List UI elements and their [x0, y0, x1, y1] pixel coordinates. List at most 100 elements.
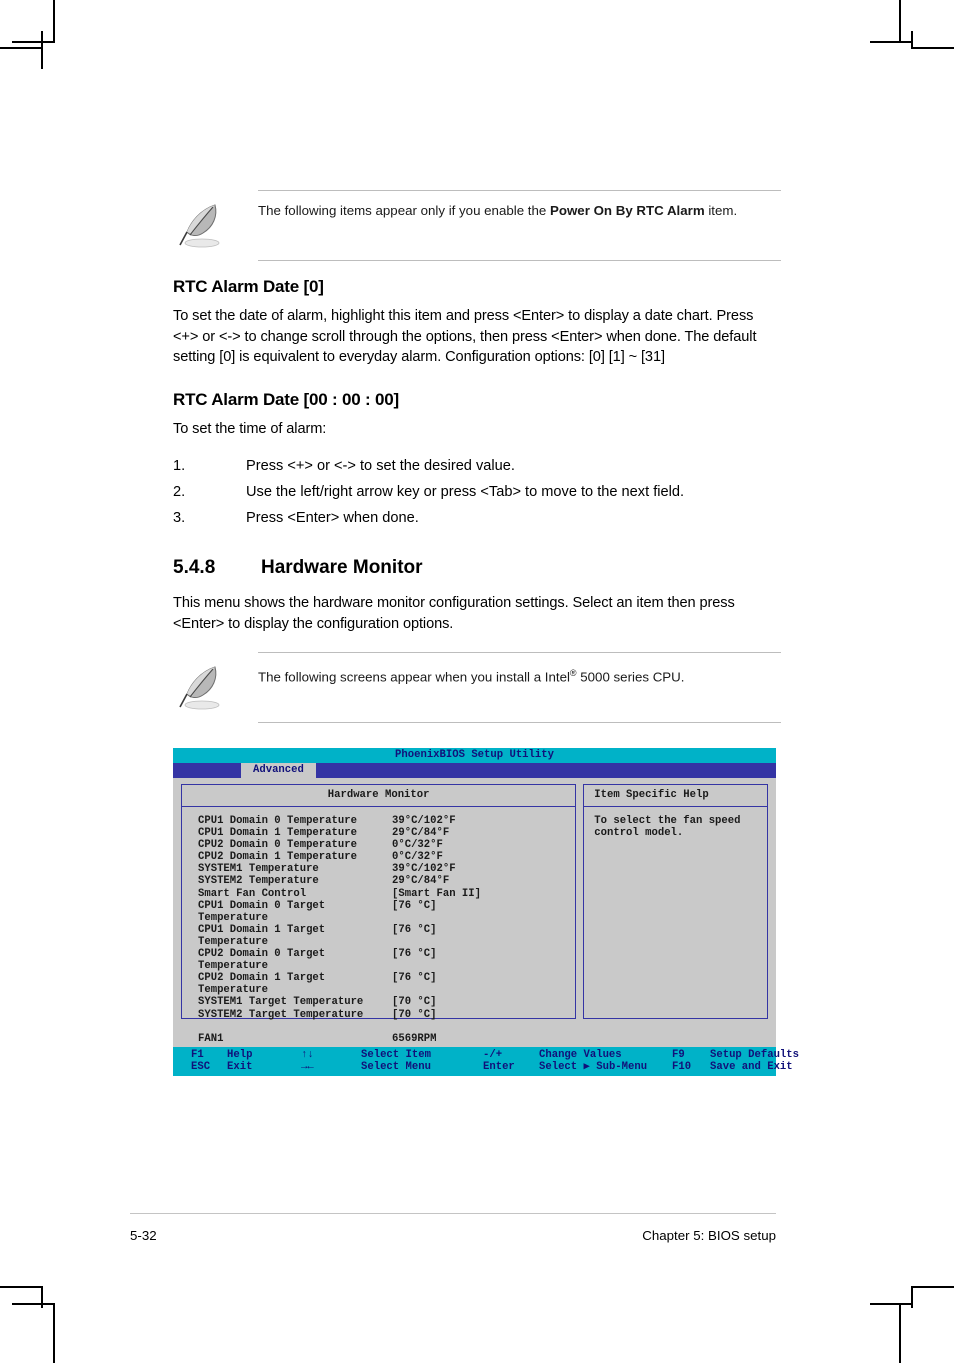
bios-body: Hardware Monitor CPU1 Domain 0 Temperatu…	[173, 778, 776, 1045]
item-label: SYSTEM2 Target Temperature	[198, 1008, 364, 1021]
item-label: CPU2 Domain 0 Target Temperature	[198, 948, 326, 973]
section-title: Hardware Monitor	[261, 557, 423, 578]
item-value: [76 °C]	[392, 972, 437, 985]
table-row[interactable]: CPU1 Domain 1 Temperature 29°C/84°F	[182, 827, 575, 839]
page-number: 5-32	[130, 1228, 157, 1243]
select-submenu-label: Select ▶ Sub-Menu	[539, 1061, 648, 1074]
item-label: Smart Fan Control	[198, 887, 307, 900]
note-bottom-rule	[258, 260, 781, 261]
item-value: [76 °C]	[392, 899, 437, 912]
item-label: CPU2 Domain 0 Temperature	[198, 839, 357, 852]
table-row[interactable]: SYSTEM1 Target Temperature [70 °C]	[182, 996, 575, 1008]
note-callout-rtc-alarm: The following items appear only if you e…	[173, 190, 781, 261]
item-label: SYSTEM2 Temperature	[198, 875, 319, 888]
paragraph-rtc-alarm-date: To set the date of alarm, highlight this…	[173, 308, 757, 365]
key-minus-plus[interactable]: -/+	[483, 1049, 539, 1061]
item-value: 0°C/32°F	[392, 839, 443, 852]
select-item-label: Select Item	[361, 1049, 431, 1061]
item-specific-help-header: Item Specific Help	[584, 785, 767, 807]
note-text-bold: Power On By RTC Alarm	[549, 203, 705, 218]
item-value: 6569RPM	[392, 1032, 437, 1045]
item-label: CPU1 Domain 1 Temperature	[198, 827, 357, 840]
table-row[interactable]: CPU1 Domain 1 Target Temperature [76 °C]	[182, 924, 575, 948]
table-row[interactable]: SYSTEM2 Temperature 29°C/84°F	[182, 875, 575, 887]
item-value: [70 °C]	[392, 1008, 437, 1021]
help-text-line: control model.	[594, 827, 684, 840]
note-text: The following items appear only if you e…	[258, 200, 737, 220]
tab-advanced[interactable]: Advanced	[241, 763, 316, 778]
key-f1[interactable]: F1	[191, 1049, 227, 1061]
table-row[interactable]: CPU1 Domain 0 Temperature 39°C/102°F	[182, 815, 575, 827]
up-down-arrow-icon: ↑↓	[301, 1049, 314, 1061]
section-heading-hardware-monitor: 5.4.8 Hardware Monitor	[173, 557, 781, 579]
note-text-after: 5000 series CPU.	[576, 669, 685, 685]
item-label: CPU1 Domain 0 Target Temperature	[198, 899, 326, 924]
note-bottom-rule	[258, 722, 781, 723]
item-value: 0°C/32°F	[392, 851, 443, 864]
change-values-label: Change Values	[539, 1049, 622, 1061]
hardware-monitor-panel-header: Hardware Monitor	[182, 785, 576, 807]
item-value: 29°C/84°F	[392, 875, 450, 888]
list-item: 2. Use the left/right arrow key or press…	[173, 479, 781, 505]
item-label: CPU2 Domain 1 Target Temperature	[198, 972, 326, 997]
bios-menu-bar: Advanced	[173, 763, 776, 778]
item-specific-help-content: To select the fan speed control model.	[584, 807, 767, 1018]
table-row[interactable]: CPU2 Domain 0 Target Temperature [76 °C]	[182, 948, 575, 972]
item-label: CPU1 Domain 1 Target Temperature	[198, 923, 326, 948]
item-label: CPU2 Domain 1 Temperature	[198, 851, 357, 864]
note-text: The following screens appear when you in…	[258, 662, 684, 686]
item-value: [70 °C]	[392, 996, 437, 1009]
item-value: [76 °C]	[392, 948, 437, 961]
save-and-exit-label: Save and Exit	[710, 1061, 793, 1074]
table-row[interactable]: SYSTEM1 Temperature 39°C/102°F	[182, 863, 575, 875]
bios-setup-screen: PhoenixBIOS Setup Utility Advanced Hardw…	[173, 748, 799, 1077]
note-text-after: item.	[704, 203, 738, 218]
step-number: 3.	[173, 510, 186, 526]
item-label: SYSTEM1 Target Temperature	[198, 996, 364, 1009]
quill-pen-icon	[173, 662, 258, 712]
left-right-arrow-icon: →←	[301, 1061, 314, 1074]
steps-list: 1. Press <+> or <-> to set the desired v…	[173, 453, 781, 531]
setup-defaults-label: Setup Defaults	[710, 1049, 800, 1061]
item-value: 39°C/102°F	[392, 815, 456, 827]
list-item: 3. Press <Enter> when done.	[173, 505, 781, 531]
item-label: SYSTEM1 Temperature	[198, 863, 319, 876]
item-value: 29°C/84°F	[392, 827, 450, 840]
table-row[interactable]: CPU2 Domain 0 Temperature 0°C/32°F	[182, 839, 575, 851]
step-text: Press <Enter> when done.	[246, 510, 419, 526]
key-f1-label: Help	[227, 1049, 253, 1061]
chapter-label: Chapter 5: BIOS setup	[642, 1228, 776, 1243]
step-text: Press <+> or <-> to set the desired valu…	[246, 458, 515, 474]
row-spacer	[182, 1021, 575, 1033]
help-text-line: To select the fan speed	[594, 815, 741, 827]
key-enter[interactable]: Enter	[483, 1061, 539, 1073]
table-row[interactable]: Smart Fan Control [Smart Fan II]	[182, 888, 575, 900]
item-value: [Smart Fan II]	[392, 887, 482, 900]
bios-function-key-bar: F1 Help ↑↓ Select Item -/+ Change Values…	[173, 1047, 799, 1077]
step-text: Use the left/right arrow key or press <T…	[246, 484, 685, 500]
item-value: [76 °C]	[392, 923, 437, 936]
key-f10[interactable]: F10	[672, 1061, 710, 1073]
item-specific-help-panel: Item Specific Help To select the fan spe…	[583, 784, 768, 1019]
footer-rule	[130, 1213, 776, 1214]
table-row[interactable]: FAN1 6569RPM	[182, 1033, 575, 1045]
paragraph-hardware-monitor: This menu shows the hardware monitor con…	[173, 595, 735, 632]
hardware-monitor-item-list: CPU1 Domain 0 Temperature 39°C/102°F CPU1…	[182, 807, 575, 1045]
key-hints-row-1: F1 Help ↑↓ Select Item -/+ Change Values…	[173, 1049, 799, 1061]
step-number: 2.	[173, 484, 186, 500]
note-text-before: The following screens appear when you in…	[258, 669, 570, 685]
table-row[interactable]: CPU1 Domain 0 Target Temperature [76 °C]	[182, 900, 575, 924]
quill-pen-icon	[173, 200, 258, 250]
list-item: 1. Press <+> or <-> to set the desired v…	[173, 453, 781, 479]
item-label: FAN1	[198, 1032, 224, 1045]
key-esc[interactable]: ESC	[191, 1061, 227, 1073]
key-f9[interactable]: F9	[672, 1049, 710, 1061]
table-row[interactable]: SYSTEM2 Target Temperature [70 °C]	[182, 1009, 575, 1021]
registered-mark-icon: ®	[569, 668, 577, 678]
table-row[interactable]: CPU2 Domain 1 Target Temperature [76 °C]	[182, 972, 575, 996]
heading-rtc-alarm-time: RTC Alarm Date [00 : 00 : 00]	[173, 389, 399, 409]
hardware-monitor-panel: Hardware Monitor CPU1 Domain 0 Temperatu…	[181, 784, 577, 1045]
table-row[interactable]: CPU2 Domain 1 Temperature 0°C/32°F	[182, 851, 575, 863]
section-number: 5.4.8	[173, 557, 216, 578]
item-value: 39°C/102°F	[392, 863, 456, 876]
